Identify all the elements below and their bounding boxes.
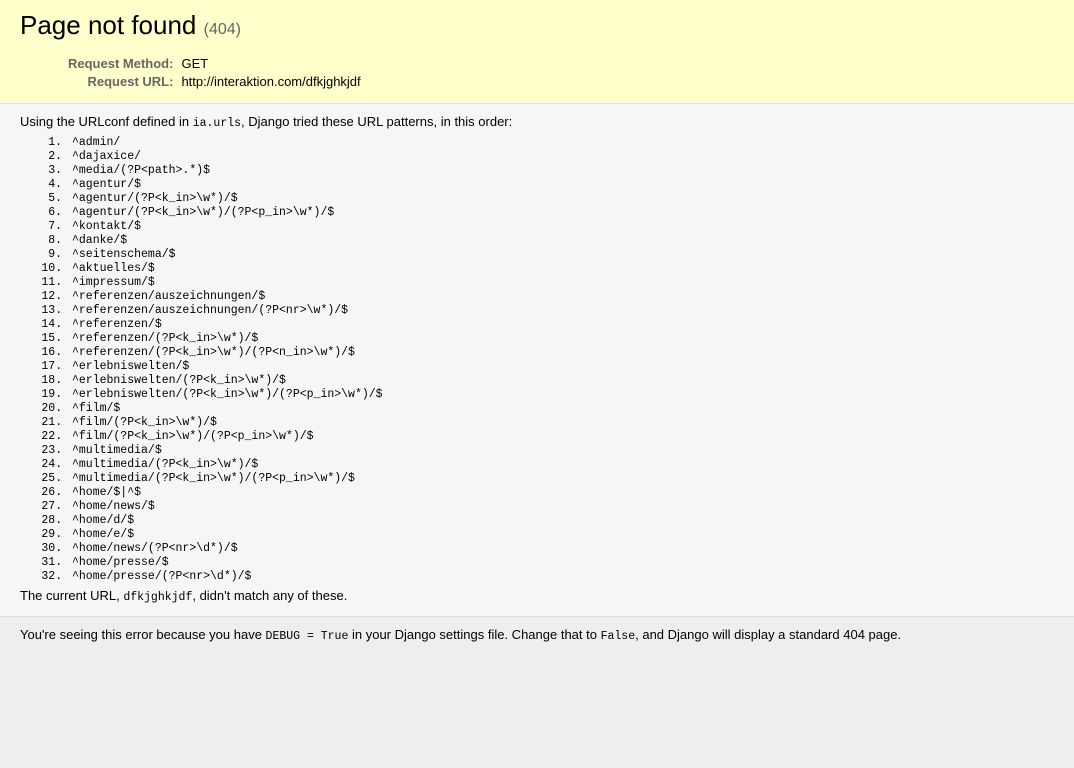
url-pattern-item: ^home/e/$ [69,528,1054,542]
request-url-row: Request URL: http://interaktion.com/dfkj… [68,73,361,91]
url-pattern-item: ^multimedia/(?P<k_in>\w*)/(?P<p_in>\w*)/… [69,472,1054,486]
urlconf-intro-before: Using the URLconf defined in [20,114,193,129]
url-pattern-item: ^referenzen/auszeichnungen/(?P<nr>\w*)/$ [69,304,1054,318]
url-pattern-item: ^referenzen/(?P<k_in>\w*)/$ [69,332,1054,346]
request-method-value: GET [181,56,209,71]
request-url-value: http://interaktion.com/dfkjghkjdf [181,74,361,89]
page-title-text: Page not found [20,10,197,40]
url-pattern-item: ^seitenschema/$ [69,248,1054,262]
url-pattern-item: ^aktuelles/$ [69,262,1054,276]
url-pattern-item: ^danke/$ [69,234,1054,248]
url-pattern-item: ^referenzen/(?P<k_in>\w*)/(?P<n_in>\w*)/… [69,346,1054,360]
current-url-message: The current URL, dfkjghkjdf, didn't matc… [20,588,1054,606]
url-pattern-item: ^home/d/$ [69,514,1054,528]
url-pattern-item: ^film/$ [69,402,1054,416]
current-url-before: The current URL, [20,588,124,603]
url-pattern-item: ^home/$|^$ [69,486,1054,500]
request-url-label: Request URL: [87,74,174,89]
url-pattern-item: ^home/news/$ [69,500,1054,514]
error-summary: Page not found (404) Request Method: GET… [0,0,1074,104]
request-meta-table: Request Method: GET Request URL: http://… [68,55,361,91]
url-pattern-item: ^home/presse/(?P<nr>\d*)/$ [69,570,1054,584]
url-pattern-item: ^referenzen/$ [69,318,1054,332]
url-pattern-item: ^multimedia/$ [69,444,1054,458]
url-pattern-item: ^film/(?P<k_in>\w*)/(?P<p_in>\w*)/$ [69,430,1054,444]
url-pattern-item: ^agentur/$ [69,178,1054,192]
url-pattern-item: ^agentur/(?P<k_in>\w*)/$ [69,192,1054,206]
page-title: Page not found (404) [20,10,1054,45]
urlconf-info: Using the URLconf defined in ia.urls, Dj… [0,104,1074,617]
url-pattern-item: ^dajaxice/ [69,150,1054,164]
urlconf-module: ia.urls [192,117,242,130]
explanation-part-1: You're seeing this error because you hav… [20,627,266,642]
urlconf-intro-after: , Django tried these URL patterns, in th… [241,114,513,129]
url-pattern-item: ^kontakt/$ [69,220,1054,234]
url-pattern-item: ^erlebniswelten/$ [69,360,1054,374]
url-pattern-item: ^impressum/$ [69,276,1054,290]
debug-setting-code: DEBUG = True [265,630,349,643]
url-pattern-item: ^agentur/(?P<k_in>\w*)/(?P<p_in>\w*)/$ [69,206,1054,220]
current-url-path: dfkjghkjdf [123,591,193,604]
explanation-part-2: in your Django settings file. Change tha… [348,627,601,642]
false-value-code: False [600,630,636,643]
current-url-after: , didn't match any of these. [192,588,348,603]
url-pattern-item: ^home/news/(?P<nr>\d*)/$ [69,542,1054,556]
url-pattern-item: ^film/(?P<k_in>\w*)/$ [69,416,1054,430]
url-pattern-item: ^home/presse/$ [69,556,1054,570]
debug-explanation: You're seeing this error because you hav… [0,617,1074,655]
request-method-row: Request Method: GET [68,55,361,73]
url-pattern-item: ^erlebniswelten/(?P<k_in>\w*)/$ [69,374,1054,388]
debug-explanation-text: You're seeing this error because you hav… [20,627,1054,645]
url-pattern-item: ^multimedia/(?P<k_in>\w*)/$ [69,458,1054,472]
status-code: (404) [203,21,241,38]
request-method-label: Request Method: [68,56,174,71]
url-pattern-item: ^admin/ [69,136,1054,150]
url-pattern-item: ^erlebniswelten/(?P<k_in>\w*)/(?P<p_in>\… [69,388,1054,402]
url-pattern-item: ^referenzen/auszeichnungen/$ [69,290,1054,304]
explanation-part-3: , and Django will display a standard 404… [635,627,902,642]
url-pattern-list: ^admin/^dajaxice/^media/(?P<path>.*)$^ag… [20,136,1054,584]
url-pattern-item: ^media/(?P<path>.*)$ [69,164,1054,178]
urlconf-intro: Using the URLconf defined in ia.urls, Dj… [20,114,1054,132]
